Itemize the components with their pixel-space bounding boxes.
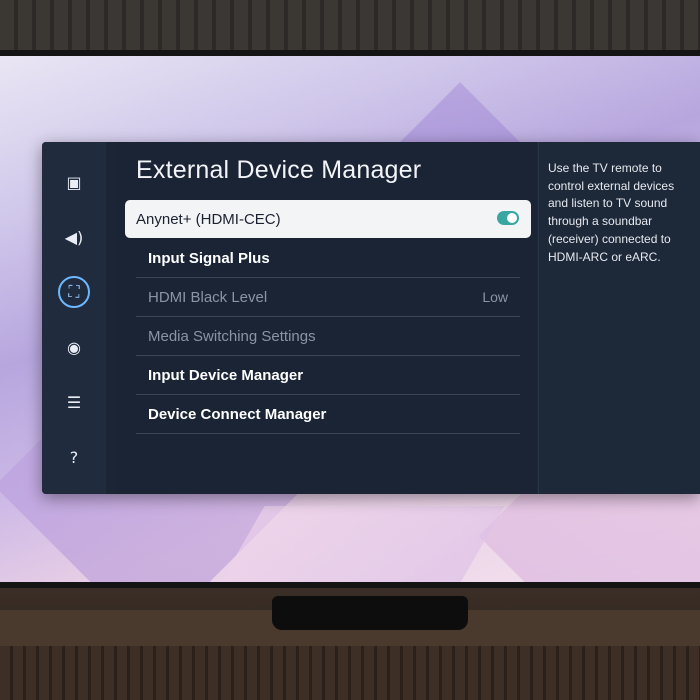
sound-icon[interactable]: ◀) <box>58 221 90 253</box>
menu-item-label: Input Device Manager <box>148 366 304 384</box>
menu-item-label: HDMI Black Level <box>148 288 268 306</box>
menu-item-media-switching[interactable]: Media Switching Settings <box>136 317 520 356</box>
menu-item-input-device-manager[interactable]: Input Device Manager <box>136 356 520 395</box>
menu-item-label: Media Switching Settings <box>148 327 316 345</box>
tv-stand <box>272 596 468 630</box>
cabinet-slats <box>0 646 700 700</box>
hdmi-black-level-value: Low <box>482 289 508 305</box>
menu-item-label: Input Signal Plus <box>148 249 270 267</box>
menu-item-anynet[interactable]: Anynet+ (HDMI-CEC) <box>125 200 531 238</box>
menu-item-hdmi-black-level[interactable]: HDMI Black Level Low <box>136 278 520 317</box>
settings-sidebar: ▣ ◀) ⛶ ◉ ☰ ? <box>42 142 106 494</box>
menu-item-label: Device Connect Manager <box>148 405 327 423</box>
menu-item-input-signal-plus[interactable]: Input Signal Plus <box>136 239 520 278</box>
picture-icon[interactable]: ▣ <box>58 166 90 198</box>
broadcast-icon[interactable]: ◉ <box>58 331 90 363</box>
connection-icon[interactable]: ⛶ <box>58 276 90 308</box>
support-icon[interactable]: ? <box>58 441 90 473</box>
general-icon[interactable]: ☰ <box>58 386 90 418</box>
help-text: Use the TV remote to control external de… <box>548 161 675 264</box>
menu-item-device-connect-manager[interactable]: Device Connect Manager <box>136 395 520 434</box>
anynet-toggle[interactable] <box>497 211 519 225</box>
page-title: External Device Manager <box>136 156 422 184</box>
menu-item-label: Anynet+ (HDMI-CEC) <box>136 210 281 228</box>
